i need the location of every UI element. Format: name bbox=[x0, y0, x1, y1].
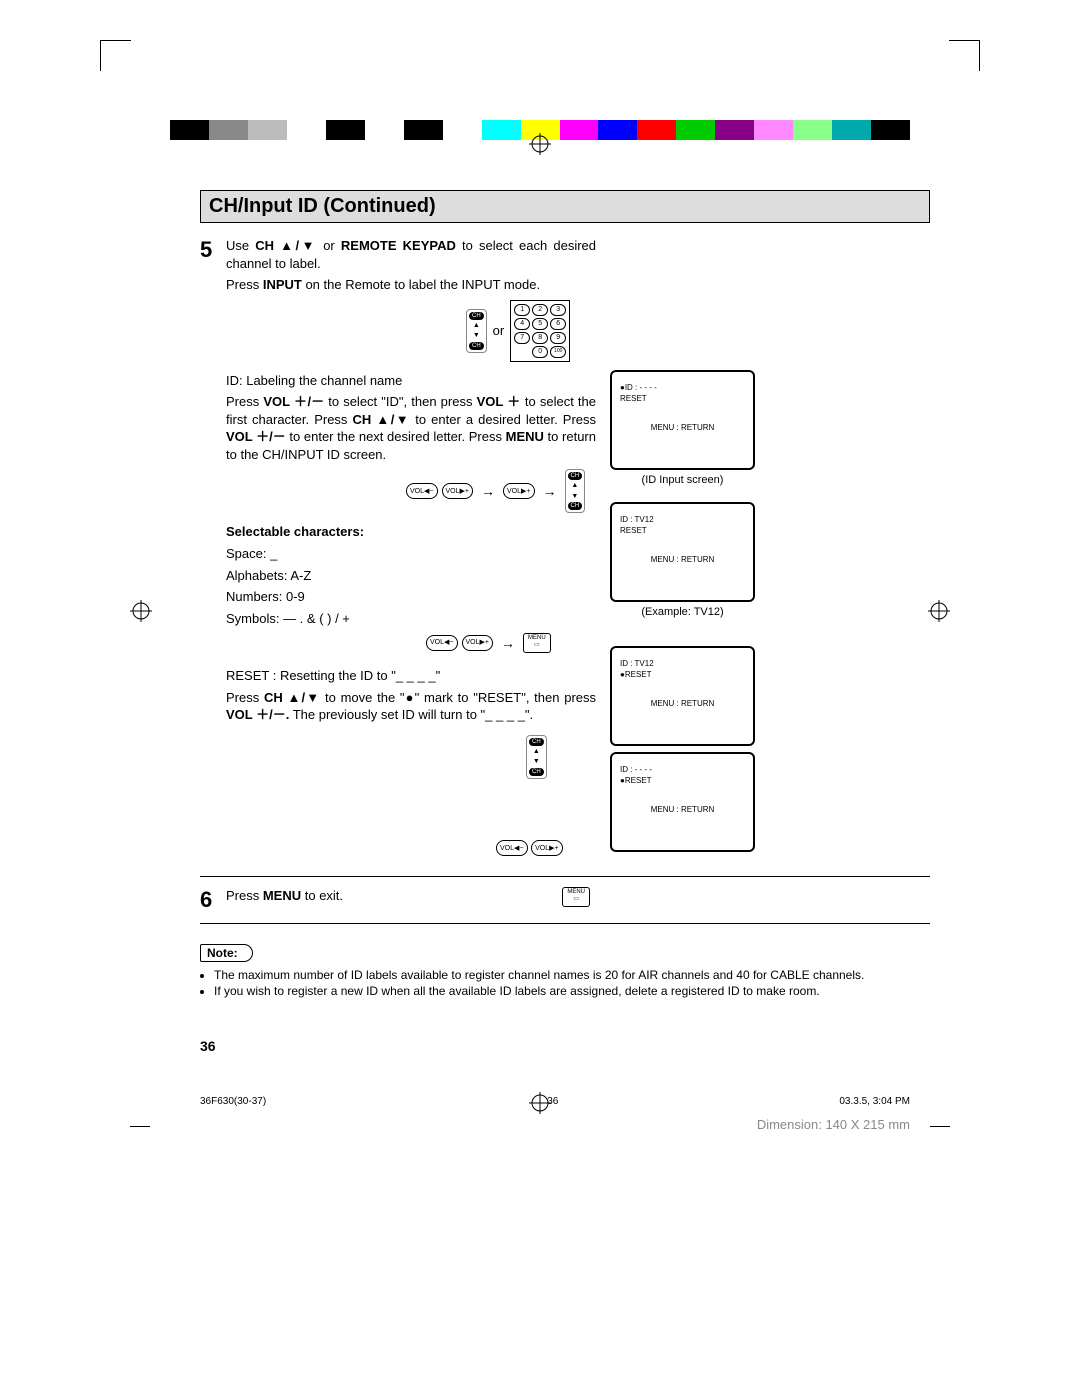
id-labeling-instructions: Press VOL ＋/－ to select "ID", then press… bbox=[226, 393, 596, 463]
osd-label-2: (Example: TV12) bbox=[610, 606, 755, 618]
vol-plus-icon: VOL▶+ bbox=[503, 483, 535, 499]
crop-mark bbox=[130, 1126, 150, 1127]
selectable-alpha: Alphabets: A-Z bbox=[226, 567, 596, 585]
divider bbox=[200, 923, 930, 924]
osd-screen-3: ID : TV12 ●RESET MENU : RETURN bbox=[610, 646, 755, 746]
crop-mark bbox=[100, 40, 131, 71]
step-number: 5 bbox=[200, 237, 226, 866]
footer-doc-id: 36F630(30-37) bbox=[200, 1096, 266, 1107]
selectable-symbols: Symbols: — . & ( ) / + bbox=[226, 610, 596, 628]
reset-heading: RESET : Resetting the ID to "_ _ _ _" bbox=[226, 667, 596, 685]
vol-plus-icon: VOL▶+ bbox=[442, 483, 474, 499]
dimension-note: Dimension: 140 X 215 mm bbox=[757, 1117, 910, 1132]
page-number: 36 bbox=[200, 1038, 930, 1054]
menu-button-icon: MENU▭ bbox=[562, 887, 590, 907]
reset-instructions: Press CH ▲/▼ to move the "●" mark to "RE… bbox=[226, 689, 596, 724]
section-title: CH/Input ID (Continued) bbox=[200, 190, 930, 223]
note-list: The maximum number of ID labels availabl… bbox=[200, 968, 930, 998]
step6-instruction: Press MENU to exit. MENU▭ bbox=[226, 887, 930, 913]
divider bbox=[200, 876, 930, 877]
registration-mark-icon bbox=[928, 600, 950, 622]
note-label: Note: bbox=[200, 944, 253, 962]
registration-mark-icon bbox=[529, 133, 551, 155]
remote-keypad-icon: 1234567890100 bbox=[510, 300, 570, 362]
id-labeling-heading: ID: Labeling the channel name bbox=[226, 372, 596, 390]
ch-rocker-icon: CH ▲ ▼ CH bbox=[466, 309, 487, 353]
registration-mark-icon bbox=[529, 1092, 551, 1114]
selectable-chars-heading: Selectable characters: bbox=[226, 524, 364, 539]
step-number: 6 bbox=[200, 887, 226, 913]
step5-instruction-1: Use CH ▲/▼ or REMOTE KEYPAD to select ea… bbox=[226, 237, 596, 272]
vol-plus-icon: VOL▶+ bbox=[462, 635, 494, 651]
arrow-icon: → bbox=[481, 482, 495, 501]
vol-plus-icon: VOL▶+ bbox=[531, 840, 563, 856]
ch-rocker-icon: CH ▲ ▼ CH bbox=[565, 469, 586, 513]
selectable-numbers: Numbers: 0-9 bbox=[226, 588, 596, 606]
or-label: or bbox=[493, 322, 505, 340]
ch-rocker-icon: CH ▲ ▼ CH bbox=[526, 735, 547, 779]
osd-screen-1: ●ID : - - - - RESET MENU : RETURN bbox=[610, 370, 755, 470]
selectable-space: Space: _ bbox=[226, 545, 596, 563]
arrow-icon: → bbox=[543, 482, 557, 501]
crop-mark bbox=[949, 40, 980, 71]
vol-minus-icon: VOL◀− bbox=[406, 483, 438, 499]
crop-mark bbox=[930, 1126, 950, 1127]
osd-label-1: (ID Input screen) bbox=[610, 474, 755, 486]
arrow-icon: → bbox=[501, 634, 515, 653]
registration-mark-icon bbox=[130, 600, 152, 622]
footer-timestamp: 03.3.5, 3:04 PM bbox=[839, 1096, 910, 1107]
vol-minus-icon: VOL◀− bbox=[496, 840, 528, 856]
osd-screen-4: ID : - - - - ●RESET MENU : RETURN bbox=[610, 752, 755, 852]
osd-screen-2: ID : TV12 RESET MENU : RETURN bbox=[610, 502, 755, 602]
menu-button-icon: MENU▭ bbox=[523, 633, 551, 653]
vol-minus-icon: VOL◀− bbox=[426, 635, 458, 651]
step5-instruction-2: Press INPUT on the Remote to label the I… bbox=[226, 276, 596, 294]
